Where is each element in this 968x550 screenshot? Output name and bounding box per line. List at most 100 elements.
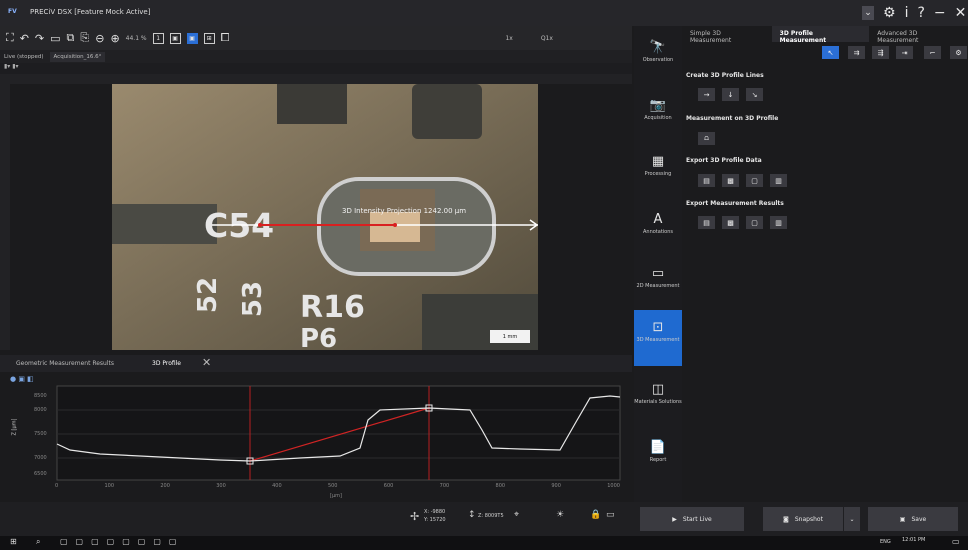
chart-tools[interactable]: ● ▣ ◧ — [10, 375, 34, 383]
snapshot-button[interactable]: ◙ Snapshot — [763, 507, 843, 531]
scale-bar: 1 mm — [490, 330, 530, 343]
x-tick: 1000 — [607, 483, 620, 489]
x-tick: 100 — [104, 483, 115, 489]
sidebar-item-report[interactable]: 📄 Report — [634, 440, 682, 463]
x-tick: 200 — [160, 483, 170, 489]
diagonal-line-button[interactable]: ↘ — [746, 88, 763, 101]
tab-advanced-3d[interactable]: Advanced 3D Measurement — [869, 26, 968, 44]
close-button[interactable]: ✕ — [955, 6, 967, 20]
fit-window-icon[interactable]: ▣ — [169, 32, 181, 44]
report-icon: 📄 — [649, 440, 667, 455]
language-indicator: ENG — [880, 539, 891, 545]
tab-acquisition[interactable]: Acquisition_16.6° — [49, 51, 106, 62]
image-viewport[interactable]: C54 52 53 R16 P6 3D Intensity Projection… — [112, 84, 538, 350]
search-icon[interactable]: ⌕ — [36, 537, 40, 547]
zoom-out-icon[interactable]: ⊖ — [95, 32, 104, 45]
vertical-ruler — [0, 84, 10, 350]
stage-icon[interactable]: ⛶ — [6, 31, 14, 45]
windows-icon[interactable]: ⊞ — [10, 537, 17, 546]
export-results-button-1[interactable]: ▤ — [698, 216, 715, 229]
sidebar-item-3d-measurement[interactable]: ⊡ 3D Measurement — [634, 310, 682, 366]
zoom-level[interactable]: 44.1 % — [126, 35, 147, 42]
minimize-button[interactable]: − — [934, 6, 946, 20]
export-data-button-1[interactable]: ▤ — [698, 174, 715, 187]
save-button[interactable]: ▣ Save — [868, 507, 958, 531]
export-data-button-4[interactable]: ▥ — [770, 174, 787, 187]
help-icon[interactable]: ? — [917, 6, 924, 20]
observation-icon: 🔭 — [649, 40, 667, 55]
measure-3d-icon: ⊡ — [652, 320, 664, 335]
select-tool-button[interactable]: ↖ — [822, 46, 839, 59]
fit-icon[interactable]: 1 — [152, 32, 164, 44]
rect-icon[interactable]: ▭ — [50, 32, 60, 45]
start-live-button[interactable]: ▶ Start Live — [640, 507, 744, 531]
tab-3d-profile-measurement[interactable]: 3D Profile Measurement — [771, 26, 870, 44]
tool-button-4[interactable]: ⇥ — [896, 46, 913, 59]
sidebar-item-observation[interactable]: 🔭 Observation — [634, 40, 682, 63]
snapshot-dropdown[interactable]: ⌄ — [844, 507, 860, 531]
overview-icon[interactable]: ▣ — [186, 32, 198, 44]
y-tick-4: 6500 — [34, 471, 47, 477]
camera-icon: ◙ — [783, 515, 789, 523]
measurement-panel: Simple 3D Measurement 3D Profile Measure… — [682, 26, 968, 502]
horizontal-line-button[interactable]: → — [698, 88, 715, 101]
lower-panel-tabs: Geometric Measurement Results 3D Profile… — [0, 355, 632, 372]
tool-button-2[interactable]: ⇉ — [848, 46, 865, 59]
sidebar-item-annotations[interactable]: A Annotations — [634, 212, 682, 235]
export-results-button-3[interactable]: ▢ — [746, 216, 763, 229]
profile-line-overlay[interactable] — [112, 84, 538, 350]
lock-icon[interactable]: 🔒 — [590, 510, 601, 520]
vertical-line-button[interactable]: ↓ — [722, 88, 739, 101]
x-axis-label: [µm] — [330, 493, 342, 499]
tab-3d-profile[interactable]: 3D Profile — [152, 360, 181, 367]
nav-1[interactable]: 1x — [505, 35, 512, 42]
zoom-in-icon[interactable]: ⊕ — [110, 32, 119, 45]
tool-sidebar: 🔭 Observation 📷 Acquisition ▦ Processing AA… — [634, 26, 682, 502]
tab-simple-3d[interactable]: Simple 3D Measurement — [682, 26, 772, 44]
undo-icon[interactable]: ↶ — [20, 32, 29, 45]
export-results-button-4[interactable]: ▥ — [770, 216, 787, 229]
grid-icon[interactable]: ⊞ — [203, 32, 215, 44]
profile-measure-button[interactable]: ⩍ — [698, 132, 715, 145]
settings-icon[interactable]: ⚙ — [950, 46, 967, 59]
nav-2[interactable]: Q1x — [541, 35, 553, 42]
chat-icon[interactable]: ▭ — [606, 510, 615, 520]
tool-button-5[interactable]: ⌐ — [924, 46, 941, 59]
sidebar-item-2d-measurement[interactable]: ▭ 2D Measurement — [634, 266, 682, 289]
section-export-results: Export Measurement Results — [686, 200, 784, 207]
taskbar-apps[interactable]: ▢▢▢▢▢▢▢▢ — [60, 537, 184, 546]
status-bar: ✢ X: -9880 Y: 15720 ↕ Z: 8009T5 ⌖ ☀ 🔒 ▭ … — [0, 502, 968, 536]
tab-live[interactable]: Live (stopped) — [4, 54, 44, 60]
sidebar-item-processing[interactable]: ▦ Processing — [634, 154, 682, 177]
close-icon[interactable]: ✕ — [202, 356, 211, 369]
x-axis-ticks: 0 100 200 300 400 500 600 700 800 900 10… — [55, 483, 620, 489]
section-export-data: Export 3D Profile Data — [686, 157, 762, 164]
x-tick: 700 — [439, 483, 450, 489]
export-icon[interactable]: ⧠ — [221, 31, 230, 45]
notification-icon[interactable]: ▭ — [952, 537, 960, 546]
tool-button-3[interactable]: ⇶ — [872, 46, 889, 59]
sidebar-item-acquisition[interactable]: 📷 Acquisition — [634, 98, 682, 121]
export-results-button-2[interactable]: ▩ — [722, 216, 739, 229]
y-tick-1: 8000 — [34, 407, 47, 413]
projection-label: 3D Intensity Projection 1242.00 µm — [342, 207, 467, 215]
x-tick: 300 — [216, 483, 226, 489]
app-logo: FV — [8, 8, 17, 15]
gear-icon[interactable]: ⚙ — [883, 6, 896, 20]
info-icon[interactable]: i — [905, 6, 909, 20]
sidebar-item-materials[interactable]: ◫ Materials Solutions — [634, 382, 682, 405]
play-icon: ▶ — [672, 515, 677, 523]
paste-icon[interactable]: ⎘ — [80, 31, 89, 45]
light-icon[interactable]: ☀ — [556, 510, 564, 520]
tab-geometric-results[interactable]: Geometric Measurement Results — [16, 360, 114, 367]
chevron-down-icon[interactable]: ⌄ — [862, 6, 874, 20]
redo-icon[interactable]: ↷ — [35, 32, 44, 45]
export-data-button-3[interactable]: ▢ — [746, 174, 763, 187]
document-tabs: Live (stopped) Acquisition_16.6° — [0, 50, 632, 63]
focus-icon[interactable]: ⌖ — [514, 510, 519, 520]
profile-plot[interactable]: ● ▣ ◧ Z [µm] 8500 8000 7500 7000 6500 0 … — [0, 372, 632, 502]
export-data-button-2[interactable]: ▩ — [722, 174, 739, 187]
window-controls: ⌄ ⚙ i ? − ✕ — [862, 2, 968, 24]
copy-icon[interactable]: ⧉ — [67, 31, 75, 45]
save-icon: ▣ — [899, 515, 906, 523]
